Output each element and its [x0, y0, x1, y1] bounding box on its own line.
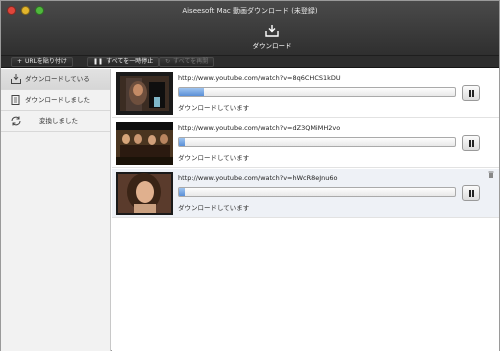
sidebar: ダウンロードしている ダウンロードしました 変換しました: [1, 69, 111, 351]
pause-download-button[interactable]: [462, 135, 480, 151]
pause-all-label: すべてを一時停止: [106, 58, 154, 65]
trash-icon[interactable]: [488, 171, 494, 178]
tab-download-label: ダウンロード: [252, 42, 292, 50]
resume-all-label: すべてを再開: [173, 58, 209, 65]
pause-download-button[interactable]: [462, 85, 480, 101]
download-status: ダウンロードしています: [178, 204, 250, 212]
convert-icon: [11, 116, 21, 126]
video-thumbnail: [116, 122, 173, 165]
download-progress-bar: [178, 87, 456, 97]
resume-all-button[interactable]: ↻ すべてを再開: [159, 57, 215, 67]
paste-url-button[interactable]: + URLを貼り付け: [11, 57, 73, 67]
video-url: http://www.youtube.com/watch?v=dZ3QMiMH2…: [178, 124, 341, 132]
title-bar: Aiseesoft Mac 動画ダウンロード (未登録) ダウンロード: [1, 1, 499, 56]
pause-icon: [469, 190, 471, 197]
paste-url-label: URLを貼り付け: [25, 58, 67, 65]
window-title: Aiseesoft Mac 動画ダウンロード (未登録): [182, 7, 318, 15]
sidebar-item-downloaded[interactable]: ダウンロードしました: [1, 90, 110, 111]
list-item[interactable]: http://www.youtube.com/watch?v=hWcR8eJnu…: [112, 169, 499, 218]
download-progress-bar: [178, 137, 456, 147]
video-thumbnail: [116, 72, 173, 115]
list-item[interactable]: http://www.youtube.com/watch?v=dZ3QMiMH2…: [112, 119, 499, 168]
download-icon: [11, 74, 21, 84]
download-tray-icon: [265, 25, 279, 37]
video-thumbnail: [116, 172, 173, 215]
download-list: http://www.youtube.com/watch?v=8q6CHCS1k…: [112, 69, 499, 351]
app-window: Aiseesoft Mac 動画ダウンロード (未登録) ダウンロード + URL…: [0, 0, 500, 351]
sidebar-item-label: ダウンロードしました: [25, 96, 90, 104]
document-icon: [11, 95, 20, 105]
tab-download[interactable]: ダウンロード: [243, 25, 301, 56]
video-url: http://www.youtube.com/watch?v=hWcR8eJnu…: [178, 174, 338, 182]
pause-icon: ❚❚: [93, 58, 104, 65]
download-status: ダウンロードしています: [178, 154, 250, 162]
pause-icon: [469, 140, 471, 147]
progress-fill: [179, 188, 185, 196]
video-url: http://www.youtube.com/watch?v=8q6CHCS1k…: [178, 74, 341, 82]
sidebar-item-downloading[interactable]: ダウンロードしている: [1, 69, 110, 90]
pause-icon: [469, 90, 471, 97]
pause-download-button[interactable]: [462, 185, 480, 201]
progress-fill: [179, 138, 185, 146]
sidebar-item-converted[interactable]: 変換しました: [1, 111, 110, 132]
download-status: ダウンロードしています: [178, 104, 250, 112]
download-progress-bar: [178, 187, 456, 197]
toolbar: + URLを貼り付け ❚❚ すべてを一時停止 ↻ すべてを再開: [1, 56, 499, 68]
plus-icon: +: [17, 58, 23, 65]
pause-all-button[interactable]: ❚❚ すべてを一時停止: [87, 57, 160, 67]
progress-fill: [179, 88, 204, 96]
list-item[interactable]: http://www.youtube.com/watch?v=8q6CHCS1k…: [112, 69, 499, 118]
refresh-icon: ↻: [165, 58, 171, 65]
sidebar-item-label: 変換しました: [39, 117, 78, 125]
sidebar-item-label: ダウンロードしている: [25, 75, 90, 83]
